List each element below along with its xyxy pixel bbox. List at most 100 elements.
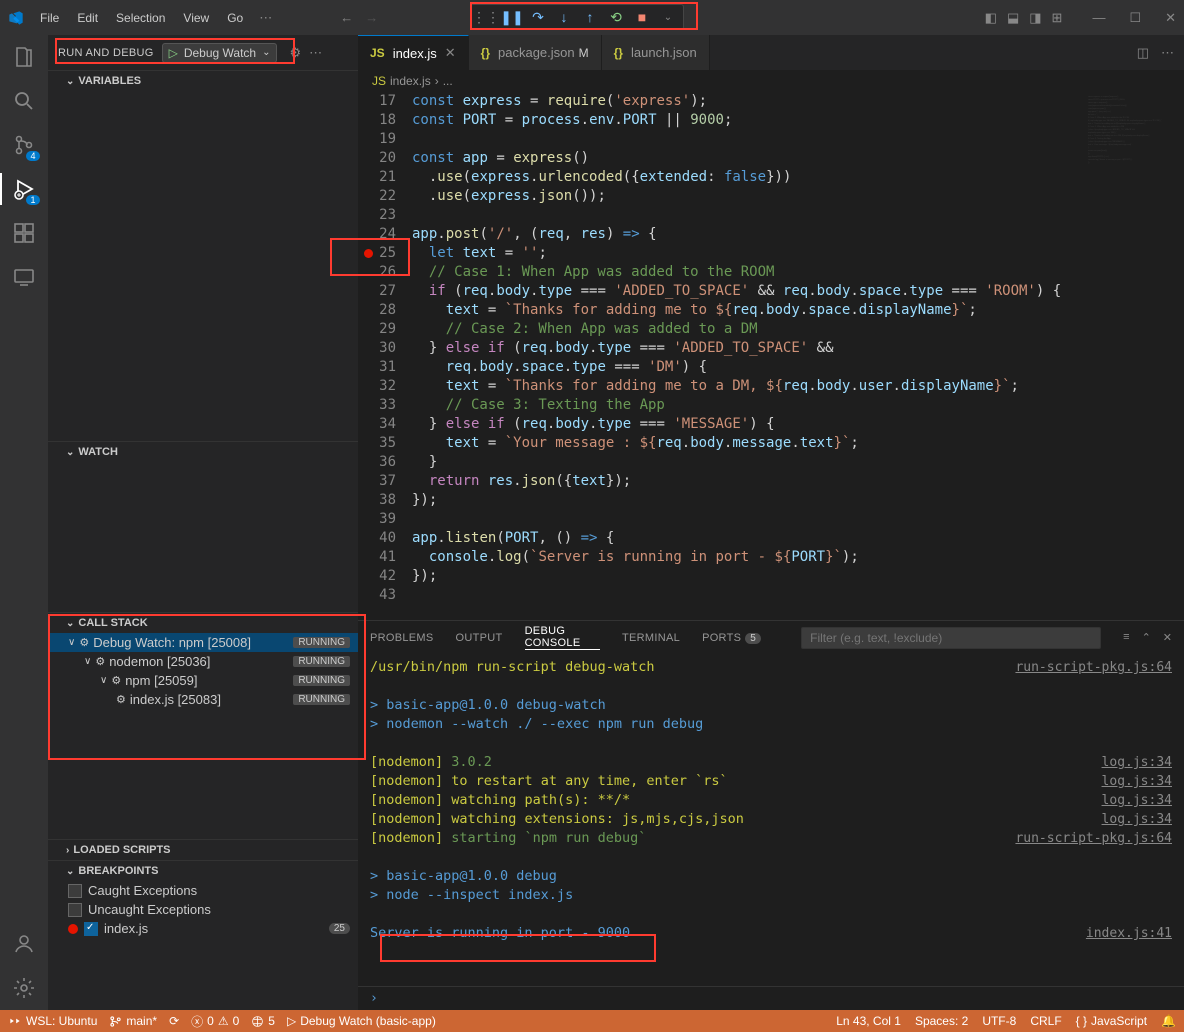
gutter-line[interactable]: 31 [358,358,396,377]
gutter-line[interactable]: 33 [358,396,396,415]
debug-status[interactable]: ▷ Debug Watch (basic-app) [287,1014,436,1028]
encoding-status[interactable]: UTF-8 [982,1014,1016,1028]
gutter-line[interactable]: 41 [358,548,396,567]
code-line[interactable]: // Case 3: Texting the App [412,396,1084,415]
close-tab-icon[interactable]: ✕ [445,45,456,61]
notifications-icon[interactable]: 🔔 [1161,1014,1176,1028]
gutter-line[interactable]: 19 [358,130,396,149]
code-editor[interactable]: 1718192021222324252627282930313233343536… [358,92,1184,620]
code-line[interactable]: return res.json({text}); [412,472,1084,491]
close-window-icon[interactable]: ✕ [1165,10,1176,26]
tab-launch-json[interactable]: {}launch.json [602,35,710,70]
debug-config-selector[interactable]: ▷ Debug Watch ⌄ [162,43,278,63]
layout-grid-icon[interactable]: ⊞ [1052,10,1063,26]
minimap[interactable]: const express = require('express');const… [1084,92,1184,620]
code-line[interactable]: req.body.space.type === 'DM') { [412,358,1084,377]
callstack-item[interactable]: ∨⚙nodemon [25036]RUNNING [48,652,358,671]
settings-gear-icon[interactable] [10,974,38,1002]
code-line[interactable]: console.log(`Server is running in port -… [412,548,1084,567]
menu-overflow-icon[interactable]: ⋯ [251,6,280,30]
code-line[interactable]: const app = express() [412,149,1084,168]
indent-status[interactable]: Spaces: 2 [915,1014,968,1028]
code-line[interactable]: text = `Thanks for adding me to a DM, ${… [412,377,1084,396]
gutter-line[interactable]: 35 [358,434,396,453]
code-line[interactable] [412,586,1084,605]
gutter-line[interactable]: 22 [358,187,396,206]
callstack-item[interactable]: ∨⚙npm [25059]RUNNING [48,671,358,690]
layout-right-icon[interactable]: ◨ [1029,10,1041,26]
pause-icon[interactable]: ❚❚ [503,8,521,26]
code-line[interactable]: .use(express.json()); [412,187,1084,206]
panel-tab-terminal[interactable]: TERMINAL [622,632,680,644]
code-content[interactable]: const express = require('express');const… [412,92,1084,620]
source-link[interactable]: index.js:41 [1086,924,1172,943]
gutter-line[interactable]: 36 [358,453,396,472]
errors-status[interactable]: ⓧ 0 ⚠ 0 [191,1013,239,1030]
checkbox-icon[interactable] [68,884,82,898]
gutter-line[interactable]: 29 [358,320,396,339]
gutter-line[interactable]: 37 [358,472,396,491]
line-gutter[interactable]: 1718192021222324252627282930313233343536… [358,92,412,620]
search-icon[interactable] [10,87,38,115]
source-link[interactable]: run-script-pkg.js:64 [1015,829,1172,848]
gutter-line[interactable]: 40 [358,529,396,548]
breakpoints-header[interactable]: ⌄BREAKPOINTS [48,861,358,881]
tab-package-json[interactable]: {}package.jsonM [469,35,602,70]
variables-header[interactable]: ⌄VARIABLES [48,71,358,91]
code-line[interactable]: app.listen(PORT, () => { [412,529,1084,548]
explorer-icon[interactable] [10,43,38,71]
gutter-line[interactable]: 28 [358,301,396,320]
debug-more-icon[interactable]: ⌄ [659,8,677,26]
source-link[interactable]: log.js:34 [1102,791,1172,810]
eol-status[interactable]: CRLF [1030,1014,1061,1028]
language-status[interactable]: { } JavaScript [1076,1014,1147,1028]
code-line[interactable]: .use(express.urlencoded({extended: false… [412,168,1084,187]
source-control-icon[interactable]: 4 [10,131,38,159]
panel-maximize-icon[interactable]: ⌃ [1142,631,1151,644]
code-line[interactable]: // Case 2: When App was added to a DM [412,320,1084,339]
console-filter-input[interactable] [801,627,1101,649]
git-branch-status[interactable]: main* [109,1014,157,1028]
code-line[interactable]: } else if (req.body.type === 'ADDED_TO_S… [412,339,1084,358]
source-link[interactable]: log.js:34 [1102,810,1172,829]
code-line[interactable] [412,510,1084,529]
gear-icon[interactable]: ⚙ [289,45,301,61]
checkbox-checked-icon[interactable] [84,922,98,936]
code-line[interactable]: }); [412,567,1084,586]
layout-bottom-icon[interactable]: ⬓ [1007,10,1019,26]
panel-tab-problems[interactable]: PROBLEMS [370,632,434,644]
callstack-item[interactable]: ∨⚙Debug Watch: npm [25008]RUNNING [48,633,358,652]
panel-settings-icon[interactable]: ≡ [1123,631,1129,644]
remote-explorer-icon[interactable] [10,263,38,291]
gutter-line[interactable]: 21 [358,168,396,187]
extensions-icon[interactable] [10,219,38,247]
menu-selection[interactable]: Selection [108,7,173,29]
gutter-line[interactable]: 39 [358,510,396,529]
gutter-line[interactable]: 34 [358,415,396,434]
code-line[interactable]: // Case 1: When App was added to the ROO… [412,263,1084,282]
stop-icon[interactable]: ■ [633,8,651,26]
code-line[interactable]: } else if (req.body.type === 'MESSAGE') … [412,415,1084,434]
gutter-line[interactable]: 20 [358,149,396,168]
code-line[interactable]: let text = ''; [412,244,1084,263]
code-line[interactable]: const PORT = process.env.PORT || 9000; [412,111,1084,130]
nav-forward-icon[interactable]: → [365,10,378,25]
code-line[interactable]: }); [412,491,1084,510]
bp-caught[interactable]: Caught Exceptions [48,881,358,900]
gutter-line[interactable]: 23 [358,206,396,225]
code-line[interactable]: } [412,453,1084,472]
nav-back-icon[interactable]: ← [340,10,353,25]
gutter-line[interactable]: 32 [358,377,396,396]
step-out-icon[interactable]: ↑ [581,8,599,26]
gutter-line[interactable]: 25 [358,244,396,263]
accounts-icon[interactable] [10,930,38,958]
remote-status[interactable]: WSL: Ubuntu [8,1014,97,1028]
more-icon[interactable]: ⋯ [309,45,322,61]
breadcrumb[interactable]: JS index.js › ... [358,70,1184,92]
menu-file[interactable]: File [32,7,67,29]
watch-header[interactable]: ⌄WATCH [48,442,358,462]
menu-go[interactable]: Go [219,7,251,29]
gutter-line[interactable]: 18 [358,111,396,130]
source-link[interactable]: log.js:34 [1102,772,1172,791]
callstack-header[interactable]: ⌄CALL STACK [48,613,358,633]
